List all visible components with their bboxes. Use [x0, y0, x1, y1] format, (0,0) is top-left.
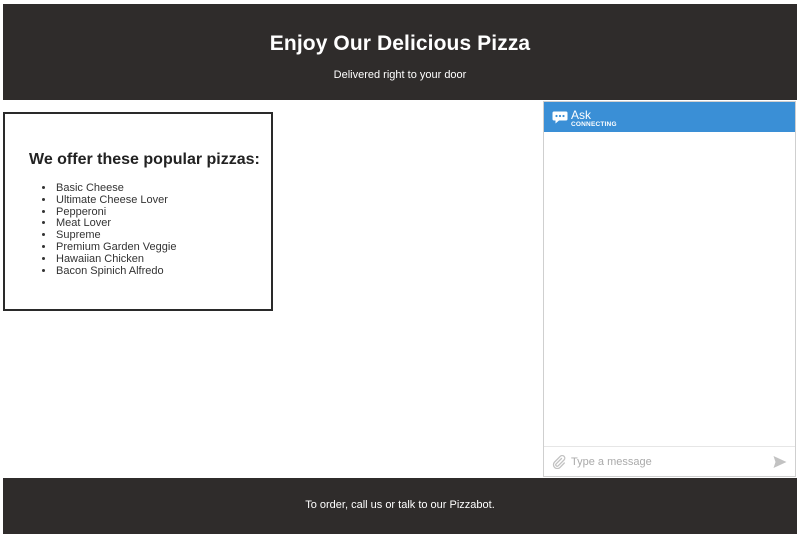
- chat-bubble-icon: [552, 111, 568, 124]
- paperclip-icon[interactable]: [552, 455, 566, 469]
- chat-title: Ask: [571, 108, 592, 122]
- menu-heading: We offer these popular pizzas:: [29, 151, 260, 168]
- page-header: Enjoy Our Delicious Pizza Delivered righ…: [3, 4, 797, 100]
- chat-input-bar: [544, 446, 795, 476]
- page-title: Enjoy Our Delicious Pizza: [269, 32, 531, 55]
- chat-messages: [544, 132, 795, 446]
- chat-status: CONNECTING: [571, 121, 617, 128]
- pizza-list: Basic Cheese Ultimate Cheese Lover Peppe…: [55, 182, 176, 278]
- list-item: Bacon Spinich Alfredo: [55, 265, 176, 278]
- footer-text: To order, call us or talk to our Pizzabo…: [305, 499, 495, 511]
- chat-header[interactable]: Ask CONNECTING: [544, 102, 795, 132]
- list-item: Ultimate Cheese Lover: [55, 194, 176, 207]
- list-item: Premium Garden Veggie: [55, 241, 176, 254]
- send-icon[interactable]: [773, 455, 787, 469]
- chat-message-input[interactable]: [571, 452, 761, 472]
- chat-widget: Ask CONNECTING: [543, 101, 796, 477]
- page-subtitle: Delivered right to your door: [333, 69, 467, 81]
- pizza-menu-box: We offer these popular pizzas: Basic Che…: [3, 112, 273, 311]
- list-item: Hawaiian Chicken: [55, 253, 176, 266]
- page-footer: To order, call us or talk to our Pizzabo…: [3, 478, 797, 534]
